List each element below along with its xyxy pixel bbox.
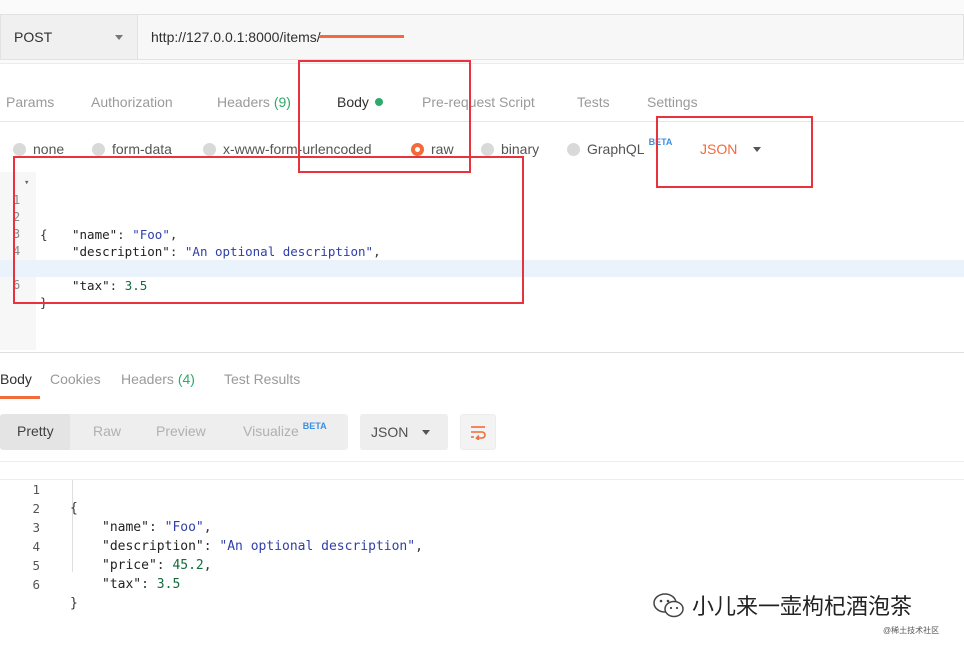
tab-label: Headers xyxy=(121,371,174,387)
active-tab-indicator xyxy=(319,35,404,38)
url-input[interactable]: http://127.0.0.1:8000/items/ xyxy=(138,14,964,60)
json-key: "price" xyxy=(102,558,157,573)
code-text: { xyxy=(70,501,78,516)
tab-label: Params xyxy=(6,94,55,110)
pretty-button[interactable]: Pretty xyxy=(0,414,70,450)
request-bar: POST http://127.0.0.1:8000/items/ xyxy=(0,0,964,64)
code-text: "price": 45.2, xyxy=(102,558,212,573)
radio-icon xyxy=(13,142,26,156)
json-value: "Foo" xyxy=(164,520,204,535)
json-key: "description" xyxy=(102,539,204,554)
code-text: } xyxy=(70,596,78,611)
chevron-down-icon xyxy=(115,35,123,40)
response-tab-body[interactable]: Body xyxy=(0,371,32,387)
request-tabs: Params Authorization Headers (9) Body Pr… xyxy=(0,84,964,122)
radio-form-data[interactable]: form-data xyxy=(92,141,172,157)
tab-headers[interactable]: Headers (9) xyxy=(217,94,291,110)
visualize-button[interactable]: Visualize BETA xyxy=(243,421,327,439)
format-label: JSON xyxy=(371,424,409,440)
radio-none[interactable]: none xyxy=(13,141,64,157)
response-tab-headers[interactable]: Headers (4) xyxy=(121,371,195,387)
comma: , xyxy=(203,520,212,535)
comma: , xyxy=(203,558,212,573)
tab-tests[interactable]: Tests xyxy=(577,94,610,110)
tab-settings[interactable]: Settings xyxy=(647,94,698,110)
code-line: 4 "price": 45.2, xyxy=(0,518,211,573)
tab-label: Tests xyxy=(577,94,610,110)
tab-label: Test Results xyxy=(224,371,301,387)
response-tab-cookies[interactable]: Cookies xyxy=(50,371,101,387)
headers-count: (4) xyxy=(177,371,195,387)
wrap-lines-button[interactable] xyxy=(460,414,496,450)
tab-label: Cookies xyxy=(50,371,101,387)
radio-icon xyxy=(481,142,494,156)
tab-label: Authorization xyxy=(91,94,173,110)
json-value: 3.5 xyxy=(156,577,181,592)
current-line-highlight xyxy=(0,461,964,480)
watermark-title: 小儿来一壶枸杞酒泡茶 xyxy=(692,595,913,620)
method-select[interactable]: POST xyxy=(0,14,138,60)
annotation-box-request-body xyxy=(13,156,524,304)
response-view-toggle: Pretty Raw Preview Visualize BETA xyxy=(0,414,348,450)
json-key: "name" xyxy=(102,520,149,535)
json-value: "An optional description" xyxy=(219,539,416,554)
json-key: "tax" xyxy=(102,577,142,592)
code-text: "description": "An optional description"… xyxy=(102,539,423,554)
response-tab-test-results[interactable]: Test Results xyxy=(224,371,300,387)
annotation-box-json-format xyxy=(656,116,813,188)
watermark-subtitle: @稀土技术社区 xyxy=(883,626,940,635)
preview-button[interactable]: Preview xyxy=(156,423,206,439)
button-label: Preview xyxy=(156,423,206,439)
radio-label: binary xyxy=(501,141,540,157)
radio-label: none xyxy=(33,141,65,157)
comma: , xyxy=(415,539,423,554)
radio-binary[interactable]: binary xyxy=(481,141,539,157)
wrap-lines-icon xyxy=(471,426,486,440)
active-tab-indicator xyxy=(0,396,40,399)
button-label: Pretty xyxy=(17,423,54,439)
response-format-select[interactable]: JSON xyxy=(360,414,448,450)
tab-authorization[interactable]: Authorization xyxy=(91,94,173,110)
chevron-down-icon xyxy=(422,429,431,435)
tab-label: Settings xyxy=(647,94,698,110)
radio-icon xyxy=(567,142,580,156)
radio-icon xyxy=(203,142,216,156)
code-line: 6 } xyxy=(0,556,77,611)
raw-button[interactable]: Raw xyxy=(93,423,121,439)
tab-label: Body xyxy=(0,371,32,387)
method-label: POST xyxy=(14,29,53,45)
pane-divider[interactable] xyxy=(0,352,964,353)
button-label: Visualize xyxy=(243,423,299,439)
code-text: "tax": 3.5 xyxy=(102,577,181,592)
tab-label: Headers xyxy=(217,94,270,110)
beta-badge: BETA xyxy=(302,421,327,431)
indent-guide xyxy=(72,480,73,572)
code-line: 5 "tax": 3.5 xyxy=(0,537,180,592)
radio-label: GraphQL xyxy=(587,141,645,157)
code-text: "name": "Foo", xyxy=(102,520,212,535)
code-line: 2 "name": "Foo", xyxy=(0,480,211,535)
code-line: 3 "description": "An optional descriptio… xyxy=(0,499,422,554)
tab-params[interactable]: Params xyxy=(6,94,54,110)
wechat-icon xyxy=(653,593,684,618)
code-line: 1 { xyxy=(0,461,77,516)
headers-count: (9) xyxy=(273,94,291,110)
json-value: 45.2 xyxy=(172,558,204,573)
radio-label: form-data xyxy=(112,141,172,157)
button-label: Raw xyxy=(93,423,122,439)
line-number: 6 xyxy=(32,577,40,592)
radio-icon xyxy=(92,142,105,156)
url-value: http://127.0.0.1:8000/items/ xyxy=(151,29,321,45)
